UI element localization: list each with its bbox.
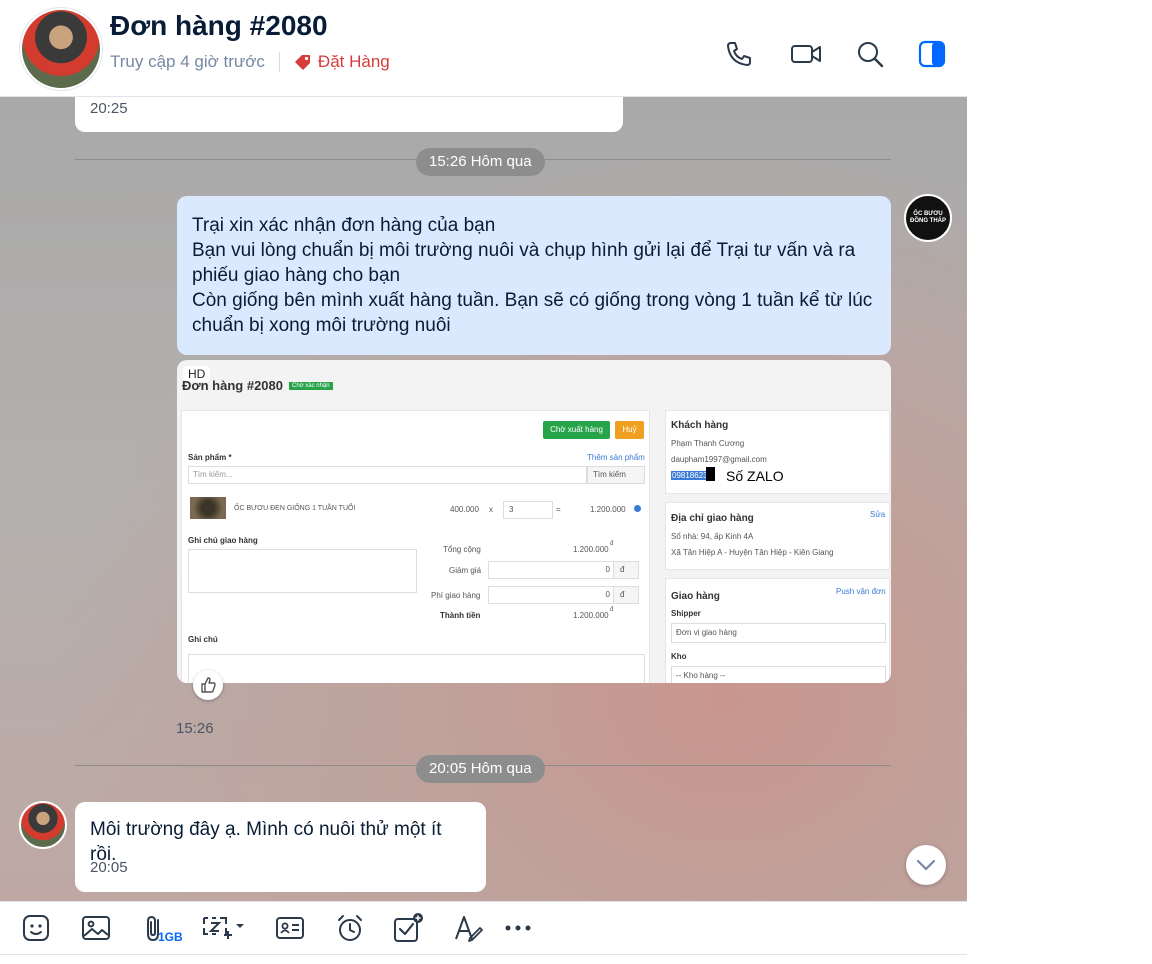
shot-subtotal: 1.200.000: [573, 545, 609, 554]
message-text: Trại xin xác nhận đơn hàng của bạn Bạn v…: [192, 215, 873, 336]
shot-text-cursor: [706, 467, 715, 481]
shot-delivery-note-input: [188, 549, 417, 593]
shot-discount-unit: đ: [613, 561, 639, 579]
shot-ship-button: Chờ xuất hàng: [543, 421, 610, 439]
shot-warehouse-select: -- Kho hàng --: [671, 666, 886, 683]
shot-subtotal-currency: đ: [610, 541, 614, 547]
shot-shipper-label: Shipper: [671, 609, 701, 618]
last-active-status: Truy cập 4 giờ trước: [110, 52, 265, 71]
shot-line-total: 1.200.000: [590, 505, 626, 514]
shop-avatar-text: ỐC BƯƠU ĐỒNG THÁP: [910, 211, 946, 224]
message-bubble-confirmation[interactable]: Trại xin xác nhận đơn hàng của bạn Bạn v…: [177, 196, 891, 355]
video-call-icon[interactable]: [790, 38, 822, 70]
composer-toolbar: 1GB: [0, 901, 967, 955]
shot-add-product: Thêm sản phẩm: [587, 453, 645, 462]
shot-search-button: Tìm kiếm: [587, 466, 645, 484]
contact-avatar[interactable]: [20, 8, 102, 90]
shot-shipper-input: Đơn vị giao hàng: [671, 623, 886, 643]
shot-shipping-panel: Giao hàng Push vận đơn Shipper Đơn vị gi…: [665, 578, 890, 683]
search-icon[interactable]: [854, 38, 886, 70]
order-screenshot-image[interactable]: HD Đơn hàng #2080 Chờ xác nhận Chờ xuất …: [177, 360, 891, 683]
shot-customer-heading: Khách hàng: [671, 420, 729, 431]
tag-icon: [294, 55, 310, 70]
shot-ship-fee-unit: đ: [613, 586, 639, 604]
screenshot-icon[interactable]: [200, 912, 250, 944]
shot-price: 400.000: [450, 505, 479, 514]
shot-product-thumbnail: [190, 497, 226, 519]
file-size-limit: 1GB: [158, 930, 183, 944]
shot-cancel-button: Huỷ: [615, 421, 644, 439]
shot-total-currency: đ: [610, 607, 614, 613]
shot-search-input: Tìm kiếm...: [188, 466, 587, 484]
shot-note-label: Ghi chú: [188, 635, 218, 644]
shot-total-label: Thành tiền: [440, 611, 481, 620]
shot-address-line1: Số nhà: 94, ấp Kinh 4A: [671, 532, 754, 541]
shot-address-heading: Địa chỉ giao hàng: [671, 513, 754, 524]
image-message-time: 15:26: [176, 720, 214, 737]
text-format-icon[interactable]: [452, 912, 484, 944]
conversation-header: Đơn hàng #2080 Truy cập 4 giờ trước Đặt …: [0, 0, 967, 97]
conversation-subtitle: Truy cập 4 giờ trước Đặt Hàng: [110, 52, 390, 72]
shot-status-badge: Chờ xác nhận: [289, 382, 333, 390]
shot-ship-fee-label: Phí giao hàng: [431, 591, 481, 600]
message-time: 20:05: [90, 859, 128, 876]
shot-customer-phone: 09818623: [671, 471, 709, 480]
shot-address-panel: Địa chỉ giao hàng Sửa Số nhà: 94, ấp Kin…: [665, 502, 890, 570]
sticker-icon[interactable]: [20, 912, 52, 944]
shot-remove-icon: [634, 505, 641, 512]
contact-card-icon[interactable]: [274, 912, 306, 944]
shot-edit-link: Sửa: [870, 510, 886, 519]
message-list[interactable]: 20:25 15:26 Hôm qua ỐC BƯƠU ĐỒNG THÁP Tr…: [0, 97, 967, 901]
shop-avatar[interactable]: ỐC BƯƠU ĐỒNG THÁP: [904, 194, 952, 242]
shot-ship-fee-input: 0: [488, 586, 615, 604]
shot-discount-label: Giảm giá: [449, 566, 482, 575]
shot-push-link: Push vận đơn: [836, 587, 886, 596]
reminder-clock-icon[interactable]: [334, 912, 366, 944]
shot-order-panel: Chờ xuất hàng Huỷ Sản phẩm * Thêm sản ph…: [181, 410, 650, 683]
shot-qty-input: 3: [503, 501, 553, 519]
phone-icon[interactable]: [723, 38, 755, 70]
shot-customer-panel: Khách hàng Phạm Thanh Cương daupham1997@…: [665, 410, 890, 494]
shot-shipping-heading: Giao hàng: [671, 591, 720, 602]
message-bubble-previous[interactable]: 20:25: [75, 97, 623, 132]
scroll-to-bottom-button[interactable]: [906, 845, 946, 885]
task-icon[interactable]: [392, 912, 424, 944]
shot-product-name: ỐC BƯƠU ĐEN GIỐNG 1 TUẦN TUỔI: [234, 505, 356, 512]
shot-times: x: [489, 505, 493, 514]
label-tag[interactable]: Đặt Hàng: [294, 52, 390, 72]
message-time: 20:25: [90, 100, 128, 117]
chevron-down-icon: [916, 859, 936, 871]
shot-warehouse-label: Kho: [671, 652, 687, 661]
message-text: Môi trường đây ạ. Mình có nuôi thử một í…: [90, 819, 442, 865]
shot-product-label: Sản phẩm *: [188, 453, 232, 462]
shot-note-input: [188, 654, 645, 683]
shot-total: 1.200.000: [573, 611, 609, 620]
subtitle-divider: [278, 52, 280, 72]
contact-avatar-small[interactable]: [19, 801, 67, 849]
more-options-icon[interactable]: [502, 912, 534, 944]
message-bubble-reply[interactable]: Môi trường đây ạ. Mình có nuôi thử một í…: [75, 802, 486, 892]
toggle-sidebar-icon[interactable]: [916, 38, 948, 70]
shot-customer-email: daupham1997@gmail.com: [671, 455, 767, 464]
shot-zalo-label: Số ZALO: [726, 468, 784, 484]
date-divider: 15:26 Hôm qua: [416, 148, 545, 176]
shot-address-line2: Xã Tân Hiệp A - Huyện Tân Hiệp - Kiên Gi…: [671, 548, 834, 557]
shot-equals: =: [556, 505, 561, 514]
shot-delivery-note-label: Ghi chú giao hàng: [188, 536, 258, 545]
shot-order-title: Đơn hàng #2080: [182, 378, 283, 393]
thumbs-up-icon: [201, 677, 216, 693]
image-icon[interactable]: [80, 912, 112, 944]
label-tag-text: Đặt Hàng: [317, 52, 390, 71]
shot-subtotal-label: Tổng cộng: [443, 545, 481, 554]
date-divider: 20:05 Hôm qua: [416, 755, 545, 783]
conversation-title: Đơn hàng #2080: [110, 10, 328, 41]
like-reaction-button[interactable]: [193, 670, 223, 700]
shot-discount-input: 0: [488, 561, 615, 579]
shot-customer-name: Phạm Thanh Cương: [671, 439, 745, 448]
